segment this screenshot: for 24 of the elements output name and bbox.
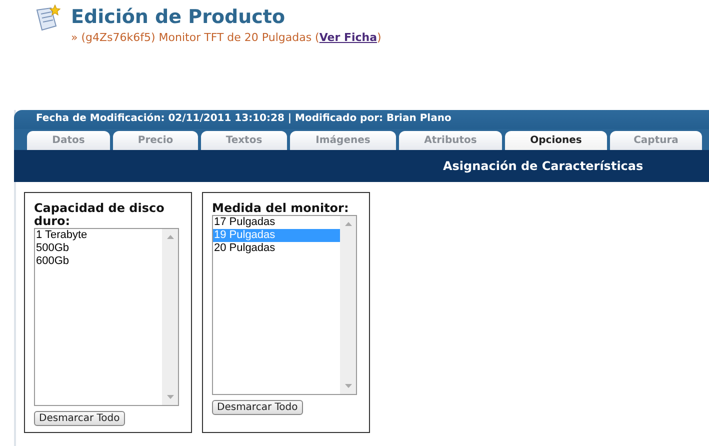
- scroll-up-icon[interactable]: [166, 235, 174, 239]
- list-option[interactable]: 500Gb: [35, 242, 162, 255]
- list-option[interactable]: 600Gb: [35, 255, 162, 268]
- deselect-all-button[interactable]: Desmarcar Todo: [34, 411, 125, 426]
- list-option[interactable]: 20 Pulgadas: [213, 242, 340, 255]
- section-title: Asignación de Características: [443, 159, 644, 173]
- group-label: Capacidad de disco duro:: [34, 202, 166, 228]
- product-subtitle: » (g4Zs76k6f5) Monitor TFT de 20 Pulgadas (Ver Ficha): [71, 31, 382, 44]
- list-option[interactable]: 17 Pulgadas: [213, 216, 340, 229]
- tab[interactable]: Opciones: [505, 131, 607, 150]
- modification-info: Fecha de Modificación: 02/11/2011 13:10:28 | Modificado por: Brian Plano: [36, 113, 452, 124]
- listbox[interactable]: 17 Pulgadas 19 Pulgadas 20 Pulgadas: [212, 215, 357, 395]
- scroll-up-icon[interactable]: [344, 222, 352, 226]
- list-option[interactable]: 1 Terabyte: [35, 229, 162, 242]
- document-star-icon: [34, 4, 62, 32]
- group-label: Medida del monitor:: [212, 202, 350, 215]
- scrollbar[interactable]: [340, 216, 356, 394]
- ver-ficha-link[interactable]: Ver Ficha: [319, 31, 378, 44]
- scrollbar[interactable]: [162, 229, 178, 405]
- scroll-down-icon[interactable]: [344, 384, 352, 388]
- deselect-all-button[interactable]: Desmarcar Todo: [212, 400, 303, 415]
- scroll-down-icon[interactable]: [166, 395, 174, 399]
- listbox[interactable]: 1 Terabyte 500Gb 600Gb: [34, 228, 179, 406]
- page-title: Edición de Producto: [71, 5, 286, 30]
